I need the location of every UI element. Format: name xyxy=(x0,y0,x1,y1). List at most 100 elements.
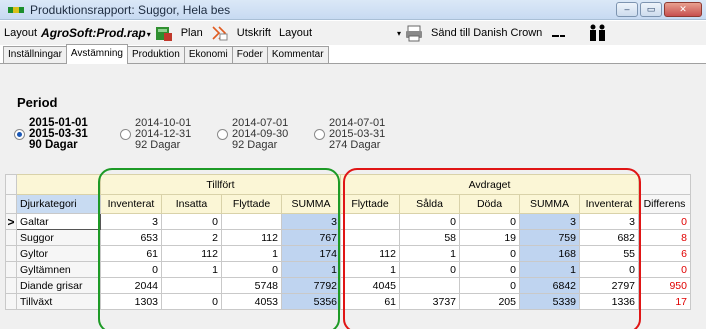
value-cell[interactable] xyxy=(161,277,222,294)
value-cell[interactable] xyxy=(399,277,460,294)
print-preview-icon[interactable] xyxy=(211,24,229,42)
value-cell[interactable]: 2044 xyxy=(100,277,162,294)
column-header-djurkategori[interactable]: Djurkategori xyxy=(16,194,101,214)
value-cell[interactable]: 112 xyxy=(221,229,282,246)
value-cell[interactable]: 55 xyxy=(579,245,639,262)
value-cell[interactable]: 682 xyxy=(579,229,639,246)
value-cell[interactable]: 0 xyxy=(100,261,162,278)
differens-cell[interactable]: 950 xyxy=(638,277,691,294)
value-cell[interactable]: 2797 xyxy=(579,277,639,294)
value-cell[interactable] xyxy=(340,229,400,246)
value-cell[interactable]: 4045 xyxy=(340,277,400,294)
category-cell[interactable]: Tillväxt xyxy=(16,293,101,310)
category-cell[interactable]: Suggor xyxy=(16,229,101,246)
value-cell[interactable]: 0 xyxy=(399,213,460,230)
table-row[interactable]: Tillväxt 1303 0 4053 5356 61 3737 205 5339 1336 17 xyxy=(5,293,691,310)
column-header[interactable]: SUMMA xyxy=(281,194,341,214)
value-cell[interactable]: 0 xyxy=(459,213,520,230)
plan-icon[interactable] xyxy=(155,24,173,42)
differens-cell[interactable]: 6 xyxy=(638,245,691,262)
differens-cell[interactable]: 0 xyxy=(638,213,691,230)
value-cell[interactable]: 5356 xyxy=(281,293,341,310)
value-cell[interactable]: 1303 xyxy=(100,293,162,310)
value-cell[interactable]: 5339 xyxy=(519,293,580,310)
column-header[interactable]: Inventerat xyxy=(579,194,639,214)
value-cell[interactable]: 3 xyxy=(281,213,341,230)
value-cell[interactable]: 2 xyxy=(161,229,222,246)
value-cell[interactable]: 0 xyxy=(161,213,222,230)
value-cell[interactable]: 4053 xyxy=(221,293,282,310)
printer-icon[interactable] xyxy=(405,24,423,42)
table-row[interactable]: > Galtar 3 0 3 0 0 3 3 0 xyxy=(5,213,691,230)
value-cell[interactable]: 1336 xyxy=(579,293,639,310)
value-cell[interactable]: 3737 xyxy=(399,293,460,310)
table-row[interactable]: Suggor 653 2 112 767 58 19 759 682 8 xyxy=(5,229,691,246)
table-row[interactable]: Diande grisar 2044 5748 7792 4045 0 6842 2797 95… xyxy=(5,277,691,294)
table-row[interactable]: Gyltämnen 0 1 0 1 1 0 0 1 0 0 xyxy=(5,261,691,278)
category-cell[interactable]: Diande grisar xyxy=(16,277,101,294)
value-cell[interactable]: 3 xyxy=(579,213,639,230)
value-cell[interactable]: 19 xyxy=(459,229,520,246)
differens-cell[interactable]: 8 xyxy=(638,229,691,246)
value-cell[interactable]: 1 xyxy=(281,261,341,278)
value-cell[interactable]: 759 xyxy=(519,229,580,246)
period-option-4[interactable]: 2014-07-01 2015-03-31 274 Dagar xyxy=(314,118,385,151)
column-header[interactable]: SUMMA xyxy=(519,194,580,214)
row-header[interactable] xyxy=(5,229,17,246)
layout2-dropdown[interactable]: Layout xyxy=(279,27,312,39)
radio-button[interactable] xyxy=(314,129,325,140)
value-cell[interactable]: 7792 xyxy=(281,277,341,294)
value-cell[interactable]: 58 xyxy=(399,229,460,246)
column-header-differens[interactable]: Differens xyxy=(638,194,691,214)
differens-cell[interactable]: 0 xyxy=(638,261,691,278)
row-header[interactable] xyxy=(5,293,17,310)
column-header[interactable]: Insatta xyxy=(161,194,222,214)
value-cell[interactable]: 112 xyxy=(340,245,400,262)
value-cell[interactable]: 0 xyxy=(459,277,520,294)
value-cell[interactable]: 1 xyxy=(399,245,460,262)
plan-button[interactable]: Plan xyxy=(181,27,203,39)
send-to-danish-crown-button[interactable]: Sänd till Danish Crown xyxy=(431,27,542,39)
tab-ekonomi[interactable]: Ekonomi xyxy=(183,46,233,64)
value-cell[interactable]: 0 xyxy=(221,261,282,278)
minimize-button[interactable]: ‒ xyxy=(616,2,638,17)
value-cell[interactable]: 5748 xyxy=(221,277,282,294)
period-option-3[interactable]: 2014-07-01 2014-09-30 92 Dagar xyxy=(217,118,288,151)
tab-installningar[interactable]: Inställningar xyxy=(3,46,67,64)
value-cell[interactable]: 0 xyxy=(459,261,520,278)
table-row[interactable]: Gyltor 61 112 1 174 112 1 0 168 55 6 xyxy=(5,245,691,262)
period-option-2[interactable]: 2014-10-01 2014-12-31 92 Dagar xyxy=(120,118,191,151)
column-header[interactable]: Flyttade xyxy=(340,194,400,214)
close-button[interactable]: ✕ xyxy=(664,2,702,17)
row-header[interactable] xyxy=(5,245,17,262)
value-cell[interactable]: 1 xyxy=(161,261,222,278)
value-cell[interactable]: 0 xyxy=(579,261,639,278)
value-cell[interactable]: 1 xyxy=(221,245,282,262)
tab-foder[interactable]: Foder xyxy=(231,46,268,64)
differens-cell[interactable]: 17 xyxy=(638,293,691,310)
value-cell[interactable]: 61 xyxy=(100,245,162,262)
maximize-button[interactable]: ▭ xyxy=(640,2,662,17)
radio-button[interactable] xyxy=(217,129,228,140)
layout2-chevron-down-icon[interactable]: ▾ xyxy=(397,29,401,38)
value-cell[interactable]: 0 xyxy=(399,261,460,278)
period-option-1[interactable]: 2015-01-01 2015-03-31 90 Dagar xyxy=(14,117,88,151)
value-cell[interactable]: 767 xyxy=(281,229,341,246)
current-row-marker[interactable]: > xyxy=(5,213,17,230)
radio-button-selected[interactable] xyxy=(14,129,25,140)
column-header[interactable]: Sålda xyxy=(399,194,460,214)
value-cell[interactable]: 3 xyxy=(100,213,162,230)
tab-produktion[interactable]: Produktion xyxy=(127,46,185,64)
value-cell[interactable]: 174 xyxy=(281,245,341,262)
value-cell[interactable]: 1 xyxy=(340,261,400,278)
category-cell[interactable]: Galtar xyxy=(16,213,101,230)
value-cell[interactable]: 205 xyxy=(459,293,520,310)
print-button[interactable]: Utskrift xyxy=(237,27,271,39)
value-cell[interactable]: 0 xyxy=(161,293,222,310)
value-cell[interactable] xyxy=(221,213,282,230)
tab-avstamning[interactable]: Avstämning xyxy=(65,44,128,64)
column-header[interactable]: Flyttade xyxy=(221,194,282,214)
column-header[interactable]: Döda xyxy=(459,194,520,214)
value-cell[interactable] xyxy=(340,213,400,230)
value-cell[interactable]: 168 xyxy=(519,245,580,262)
